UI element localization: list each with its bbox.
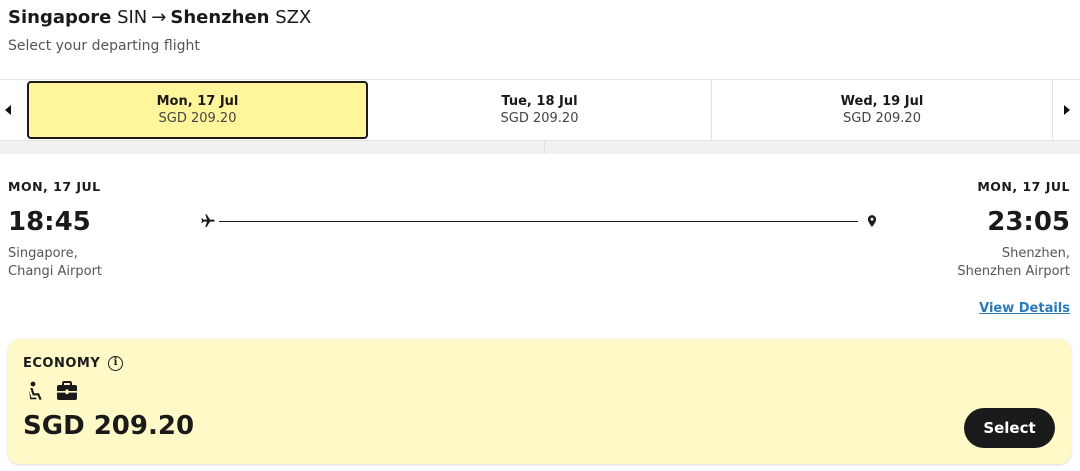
destination-code: SZX [275,7,312,28]
fare-class: ECONOMY i [23,356,124,371]
baggage-icon [57,381,77,400]
departure-time: 18:45 [8,207,91,237]
arrival-location: Shenzhen, Shenzhen Airport [957,245,1070,281]
departure-date: MON, 17 JUL [8,179,101,194]
divider [0,141,1080,154]
view-details-link[interactable]: View Details [979,301,1070,316]
chevron-right-icon [1063,105,1070,115]
arrival-time: 23:05 [987,207,1070,237]
origin-city: Singapore [8,7,112,28]
date-tab-date: Wed, 19 Jul [840,94,924,109]
date-tab-wed-19-jul[interactable]: Wed, 19 Jul SGD 209.20 [711,80,1052,140]
date-tab-tue-18-jul[interactable]: Tue, 18 Jul SGD 209.20 [369,80,710,140]
info-icon[interactable]: i [108,356,124,371]
flight-route-line [200,212,880,232]
seat-icon [29,381,42,400]
fare-price: SGD 209.20 [23,411,195,441]
arrival-city: Shenzhen, [1001,246,1070,261]
departure-airport: Changi Airport [8,264,103,279]
destination-city: Shenzhen [170,7,270,28]
date-tab-date: Mon, 17 Jul [156,94,239,109]
route-title: Singapore SIN → Shenzhen SZX [8,6,311,30]
next-date-button[interactable] [1052,80,1080,140]
fare-card-economy[interactable]: ECONOMY i SGD 209.20 Select [8,339,1071,464]
departure-city: Singapore, [8,246,78,261]
select-button[interactable]: Select [964,408,1055,448]
prev-date-button[interactable] [0,80,16,140]
airplane-icon [201,214,215,227]
date-tab-date: Tue, 18 Jul [501,94,578,109]
date-tab-price: SGD 209.20 [158,111,237,126]
date-tab-price: SGD 209.20 [843,111,921,126]
page-subtitle: Select your departing flight [8,38,200,54]
route-line [219,221,858,222]
chevron-left-icon [5,105,11,115]
date-selector: Mon, 17 Jul SGD 209.20 Tue, 18 Jul SGD 2… [0,79,1080,141]
location-pin-icon [867,215,877,227]
departure-location: Singapore, Changi Airport [8,245,102,281]
date-tab-price: SGD 209.20 [500,111,579,126]
arrival-date: MON, 17 JUL [977,179,1070,194]
date-tab-mon-17-jul[interactable]: Mon, 17 Jul SGD 209.20 [27,81,368,139]
arrival-airport: Shenzhen Airport [957,264,1070,279]
origin-code: SIN [117,7,148,28]
fare-amenities [28,381,78,401]
fare-class-label: ECONOMY [23,356,101,371]
route-arrow-icon: → [151,7,167,28]
